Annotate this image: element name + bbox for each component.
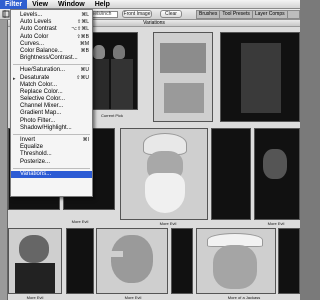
menu-item-label: Color Balance...: [20, 47, 63, 54]
clear-button[interactable]: Clear: [160, 10, 182, 18]
menu-item-shortcut: ⌘I: [82, 137, 89, 143]
menu-window[interactable]: Window: [53, 0, 90, 9]
menu-item-label: Variations...: [20, 170, 52, 177]
menu-item-label: Gradient Map...: [20, 110, 62, 117]
menu-item-label: Shadow/Highlight...: [20, 124, 72, 131]
menu-item-selective-color[interactable]: Selective Color...: [11, 96, 92, 103]
variation-label-bottom-3: More of a Jackass: [227, 295, 261, 300]
current-pick-thumbnail[interactable]: [86, 32, 138, 110]
menu-separator: [13, 64, 90, 66]
menu-item-equalize[interactable]: Equalize: [11, 144, 92, 151]
variation-label-mid-left: More Evil: [71, 219, 89, 224]
menu-item-threshold[interactable]: Threshold...: [11, 151, 92, 158]
menu-item-shortcut: ⌘B: [80, 47, 89, 54]
menu-item-auto-color[interactable]: Auto Color ⇧⌘B: [11, 34, 92, 41]
menu-item-label: Channel Mixer...: [20, 103, 64, 110]
menu-item-label: Invert: [20, 137, 36, 143]
menu-item-posterize[interactable]: Posterize...: [11, 159, 92, 166]
menu-item-label: Auto Color: [20, 33, 49, 40]
menu-item-brightness-contrast[interactable]: Brightness/Contrast...: [11, 55, 92, 62]
menu-separator: [13, 167, 90, 169]
menu-item-auto-levels[interactable]: Auto Levels ⇧⌘L: [11, 19, 92, 26]
menu-filter[interactable]: Filter: [0, 0, 28, 9]
menu-item-photo-filter[interactable]: Photo Filter...: [11, 118, 92, 125]
adjustments-menu: ▸ Levels... ⌘L Auto Levels ⇧⌘L Auto Contrast…: [10, 9, 93, 197]
menu-item-variations[interactable]: Variations...: [11, 170, 92, 178]
variation-thumbnail-bottom-5[interactable]: [196, 228, 276, 294]
tab-layer-comps[interactable]: Layer Comps: [253, 11, 288, 18]
menu-item-shortcut: ⌘M: [79, 40, 89, 47]
menu-item-shortcut: ⇧⌘L: [77, 19, 89, 26]
menu-item-label: Brightness/Contrast...: [20, 55, 78, 62]
menu-item-auto-contrast[interactable]: Auto Contrast ⌥⇧⌘L: [11, 26, 92, 33]
menu-item-label: Equalize: [20, 144, 44, 151]
front-image-button[interactable]: Front Image: [122, 10, 152, 18]
variation-thumbnail-center[interactable]: [120, 128, 208, 220]
menu-item-shortcut: ⌥⇧⌘L: [71, 26, 89, 33]
menu-item-desaturate[interactable]: Desaturate ⇧⌘U: [11, 75, 92, 82]
variation-thumbnail-top-right-2[interactable]: [220, 32, 300, 122]
menu-item-curves[interactable]: Curves... ⌘M: [11, 41, 92, 48]
menu-item-levels[interactable]: Levels... ⌘L: [11, 12, 92, 19]
variation-label-mid-right: More Evil: [267, 221, 285, 226]
menu-item-shortcut: ⇧⌘U: [76, 74, 89, 81]
menu-item-label: Match Color...: [20, 81, 58, 88]
variation-label-bottom-2: More Evil: [124, 295, 142, 300]
menu-item-shadow-highlight[interactable]: Shadow/Highlight...: [11, 125, 92, 132]
menu-separator: [13, 134, 90, 135]
current-pick-label: Current Pick: [100, 113, 123, 118]
variation-thumbnail-top-right-1[interactable]: [153, 32, 213, 122]
menu-item-hue-saturation[interactable]: Hue/Saturation... ⌘U: [11, 67, 92, 74]
menu-view[interactable]: View: [27, 0, 53, 9]
menu-item-label: Levels...: [20, 12, 43, 18]
menu-item-label: Auto Contrast: [20, 26, 57, 33]
variation-thumbnail-bottom-4[interactable]: [171, 228, 193, 294]
menu-item-label: Hue/Saturation...: [20, 67, 66, 74]
menu-item-shortcut: ⌘U: [80, 67, 89, 74]
menu-item-channel-mixer[interactable]: Channel Mixer...: [11, 103, 92, 110]
menu-item-match-color[interactable]: Match Color...: [11, 82, 92, 89]
menu-item-label: Selective Color...: [20, 96, 66, 103]
menu-item-label: Photo Filter...: [20, 117, 56, 124]
menu-item-label: Replace Color...: [20, 88, 63, 95]
variation-thumbnail-mid-right-1[interactable]: [211, 128, 251, 220]
menu-item-shortcut: ⌘L: [81, 12, 89, 18]
variation-label-bottom-1: More Evil: [26, 295, 44, 300]
menu-item-label: Threshold...: [20, 151, 52, 158]
menu-item-label: Auto Levels: [20, 19, 52, 26]
palette-well: Brushes Tool Presets Layer Comps: [196, 10, 300, 19]
menu-item-replace-color[interactable]: Replace Color...: [11, 89, 92, 96]
variation-label-center: More Evil: [159, 221, 177, 226]
variation-thumbnail-bottom-3[interactable]: [96, 228, 168, 294]
tab-tool-presets[interactable]: Tool Presets: [220, 11, 253, 18]
menu-item-label: Desaturate: [20, 74, 50, 81]
variation-thumbnail-bottom-2[interactable]: [66, 228, 94, 294]
menu-item-color-balance[interactable]: Color Balance... ⌘B: [11, 48, 92, 55]
toolbox-strip: [0, 20, 8, 300]
menu-item-shortcut: ⇧⌘B: [76, 33, 89, 40]
menu-item-label: Posterize...: [20, 158, 51, 165]
menu-bar: Filter View Window Help: [0, 0, 300, 9]
variation-thumbnail-mid-right-2[interactable]: [254, 128, 300, 220]
variation-thumbnail-bottom-1[interactable]: [8, 228, 62, 294]
menu-help[interactable]: Help: [90, 0, 115, 9]
menu-item-label: Curves...: [20, 40, 45, 47]
menu-item-invert[interactable]: Invert ⌘I: [11, 137, 92, 144]
menu-item-gradient-map[interactable]: Gradient Map...: [11, 110, 92, 117]
variation-thumbnail-bottom-6[interactable]: [278, 228, 300, 294]
tab-brushes[interactable]: Brushes: [197, 11, 221, 18]
